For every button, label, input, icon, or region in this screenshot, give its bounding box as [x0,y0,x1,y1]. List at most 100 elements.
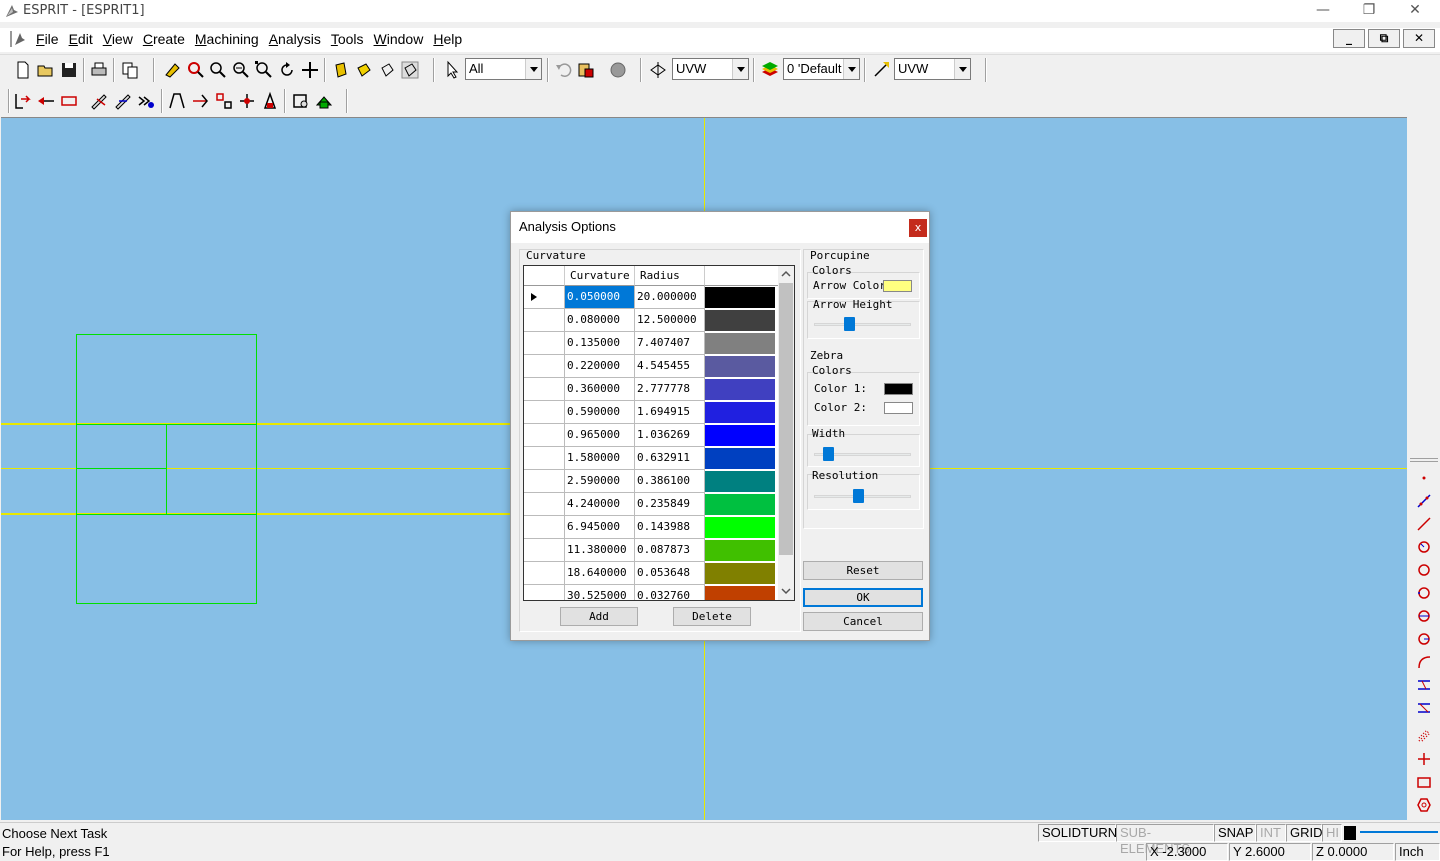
mdi-restore-button[interactable]: ⧉ [1368,29,1400,48]
simulation-icon[interactable] [291,91,311,111]
color-cell[interactable] [705,494,775,515]
groove-op-icon[interactable] [113,91,133,111]
row-header[interactable] [524,355,565,378]
circle-tangent-icon[interactable] [1416,539,1432,555]
close-button[interactable]: ✕ [1392,2,1438,20]
chuck-jaw-top[interactable] [76,334,257,425]
radius-cell[interactable]: 12.500000 [635,309,705,332]
menu-view[interactable]: View [98,31,138,47]
zoom-fit-icon[interactable] [254,60,274,80]
table-row[interactable]: 0.360000 2.777778 [524,378,778,401]
row-header[interactable] [524,470,565,493]
view-plane-icon[interactable] [871,60,891,80]
radius-cell[interactable]: 0.053648 [635,562,705,585]
radius-cell[interactable]: 20.000000 [635,286,705,309]
table-row[interactable]: 30.525000 0.032760 [524,585,778,600]
stock-icon[interactable] [190,91,210,111]
table-row[interactable]: 6.945000 0.143988 [524,516,778,539]
color-cell[interactable] [705,287,775,308]
chevron-down-icon[interactable] [525,59,541,79]
curvature-cell[interactable]: 0.360000 [565,378,635,401]
menu-file[interactable]: File [31,31,64,47]
row-header[interactable] [524,562,565,585]
reset-button[interactable]: Reset [803,561,923,580]
ok-button[interactable]: OK [803,588,923,607]
save-icon[interactable] [59,60,79,80]
row-header[interactable] [524,493,565,516]
line-icon[interactable] [1416,516,1432,532]
color-cell[interactable] [705,586,775,600]
arrow-height-slider-thumb[interactable] [844,317,856,331]
column-header-curvature[interactable]: Curvature [565,266,635,286]
mode-solidturn[interactable]: SOLIDTURN [1038,824,1117,842]
drill-op-icon[interactable] [89,91,109,111]
layer-dropdown[interactable]: 0 'Default [783,58,860,80]
curvature-cell[interactable]: 0.965000 [565,424,635,447]
menu-edit[interactable]: Edit [64,31,98,47]
table-row[interactable]: 4.240000 0.235849 [524,493,778,516]
radius-cell[interactable]: 0.235849 [635,493,705,516]
add-button[interactable]: Add [560,607,638,626]
arrow-height-slider-track[interactable] [814,323,911,326]
radius-cell[interactable]: 0.087873 [635,539,705,562]
row-header[interactable] [524,286,565,309]
mode-sub-elements[interactable]: SUB-ELEMENTS [1116,824,1214,856]
radius-cell[interactable]: 4.545455 [635,355,705,378]
workplane-icon[interactable] [648,60,668,80]
zoom-icon[interactable] [208,60,228,80]
curvature-cell[interactable]: 2.590000 [565,470,635,493]
chuck-jaw-bottom[interactable] [76,514,257,604]
curvature-cell[interactable]: 0.135000 [565,332,635,355]
curvature-cell[interactable]: 0.590000 [565,401,635,424]
layers-icon[interactable] [760,60,780,80]
restore-button[interactable]: ❐ [1346,2,1392,20]
color-cell[interactable] [705,402,775,423]
column-header-radius[interactable]: Radius [635,266,705,286]
row-header[interactable] [524,309,565,332]
line-style-indicator[interactable] [1360,831,1438,833]
open-folder-icon[interactable] [36,60,56,80]
color-cell[interactable] [705,333,775,354]
row-header[interactable] [524,332,565,355]
cancel-button[interactable]: Cancel [803,612,923,631]
curvature-cell[interactable]: 0.220000 [565,355,635,378]
menu-window[interactable]: Window [369,31,429,47]
curvature-cell[interactable]: 30.525000 [565,585,635,600]
curvature-cell[interactable]: 6.945000 [565,516,635,539]
dialog-title-bar[interactable]: Analysis Options x [511,212,929,243]
row-header[interactable] [524,585,565,600]
point-icon[interactable] [1416,470,1432,486]
radius-cell[interactable]: 0.143988 [635,516,705,539]
menu-machining[interactable]: Machining [190,31,264,47]
polygon-icon[interactable] [1416,797,1432,813]
mdi-minimize-button[interactable]: _ [1333,29,1365,48]
menu-help[interactable]: Help [428,31,467,47]
table-row[interactable]: 0.590000 1.694915 [524,401,778,424]
stop-icon[interactable] [608,60,628,80]
table-row[interactable]: 0.135000 7.407407 [524,332,778,355]
arrow-color-swatch[interactable] [883,280,912,292]
radius-cell[interactable]: 0.032760 [635,585,705,600]
roughing-op-icon[interactable] [36,91,56,111]
circle-icon[interactable] [1416,562,1432,578]
row-header[interactable] [524,447,565,470]
color-cell[interactable] [705,540,775,561]
segment-icon[interactable] [1416,677,1432,693]
zebra-width-slider-thumb[interactable] [822,447,834,461]
curvature-grid[interactable]: Curvature Radius 0.050000 20.000000 0.0800… [523,265,795,601]
color-cell[interactable] [705,356,775,377]
chuck-body-upper[interactable] [76,424,167,469]
table-row[interactable]: 0.220000 4.545455 [524,355,778,378]
rotate-icon[interactable] [277,60,297,80]
color-cell[interactable] [705,563,775,584]
wireframe-icon[interactable] [377,60,397,80]
scroll-down-icon[interactable] [781,586,791,596]
radius-cell[interactable]: 2.777778 [635,378,705,401]
color-cell[interactable] [705,471,775,492]
zebra-color1-swatch[interactable] [884,383,913,395]
thread-op-icon[interactable] [136,91,156,111]
zoom-out-icon[interactable] [231,60,251,80]
scroll-thumb[interactable] [779,283,793,555]
dot-pattern-icon[interactable] [1416,728,1432,744]
part-stock-profile[interactable] [166,424,257,515]
